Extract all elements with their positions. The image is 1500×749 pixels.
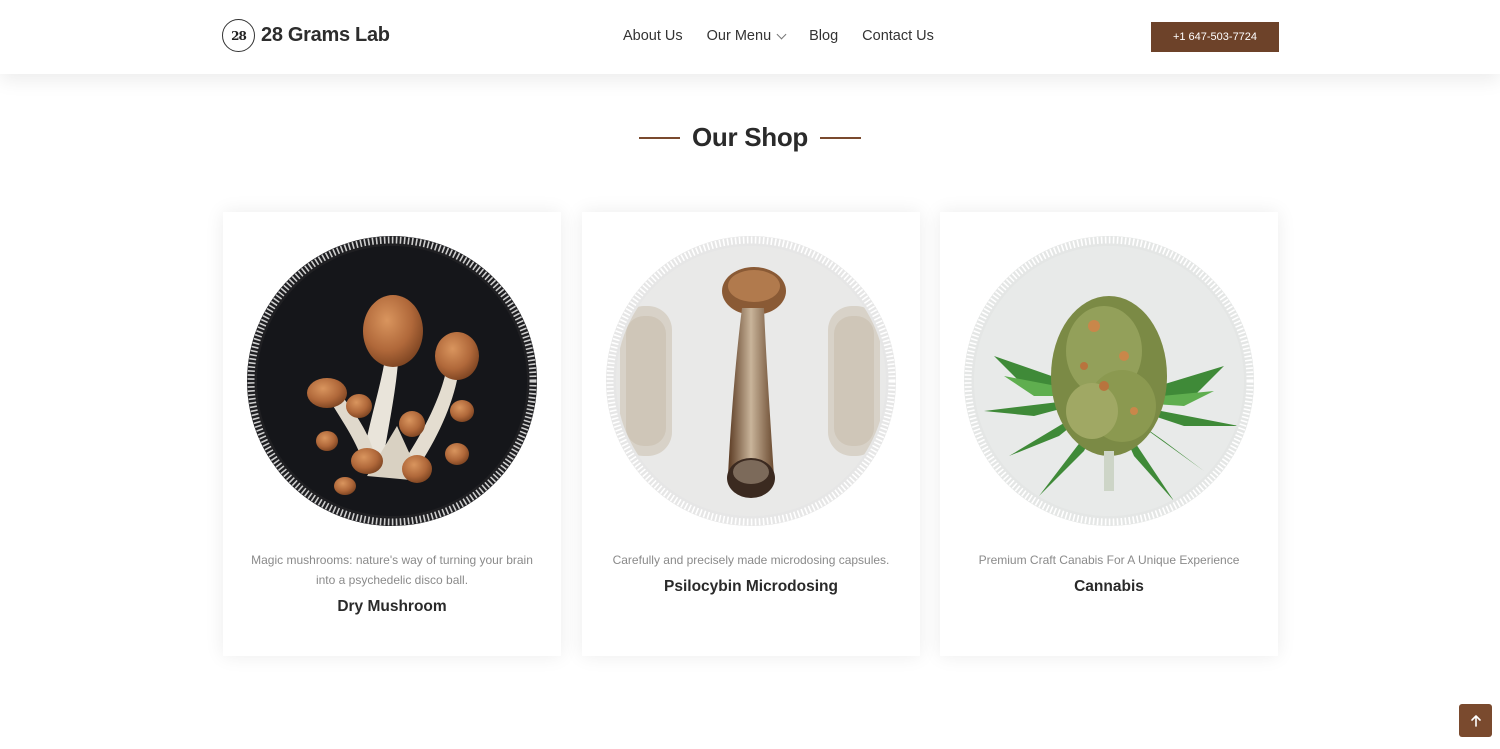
site-header: 28 28 Grams Lab About Us Our Menu Blog C… — [0, 0, 1500, 74]
product-title[interactable]: Psilocybin Microdosing — [582, 578, 920, 596]
nav-blog[interactable]: Blog — [809, 28, 838, 44]
nav-our-menu-label: Our Menu — [706, 28, 772, 44]
nav-contact-us[interactable]: Contact Us — [862, 28, 934, 44]
chevron-down-icon — [776, 29, 787, 39]
dried-mushrooms-image[interactable] — [247, 236, 537, 526]
mushroom-capsules-image[interactable] — [606, 236, 896, 526]
cannabis-bud-image[interactable] — [964, 236, 1254, 526]
brand-logo[interactable]: 28 28 Grams Lab — [222, 19, 390, 52]
product-description: Carefully and precisely made microdosing… — [612, 553, 890, 567]
arrow-up-icon — [1470, 714, 1481, 727]
logo-mark-icon: 28 — [222, 19, 255, 52]
product-card-psilocybin-microdosing[interactable]: Carefully and precisely made microdosing… — [582, 212, 920, 656]
brand-name: 28 Grams Lab — [261, 24, 390, 46]
product-description: Premium Craft Canabis For A Unique Exper… — [978, 553, 1240, 567]
product-title[interactable]: Cannabis — [940, 578, 1278, 596]
nav-our-menu[interactable]: Our Menu — [706, 28, 787, 44]
product-card-dry-mushroom[interactable]: Magic mushrooms: nature's way of turning… — [223, 212, 561, 656]
title-line-left — [638, 136, 680, 139]
phone-button[interactable]: +1 647-503-7724 — [1151, 22, 1279, 52]
section-title: Our Shop — [691, 122, 809, 152]
section-heading: Our Shop — [0, 122, 1500, 153]
nav-about-us[interactable]: About Us — [623, 28, 683, 44]
product-description: Magic mushrooms: nature's way of turning… — [251, 553, 533, 587]
title-line-right — [820, 136, 862, 139]
product-title[interactable]: Dry Mushroom — [223, 598, 561, 616]
scroll-to-top-button[interactable] — [1459, 704, 1492, 737]
main-nav: About Us Our Menu Blog Contact Us — [623, 28, 958, 44]
product-card-cannabis[interactable]: Premium Craft Canabis For A Unique Exper… — [940, 212, 1278, 656]
